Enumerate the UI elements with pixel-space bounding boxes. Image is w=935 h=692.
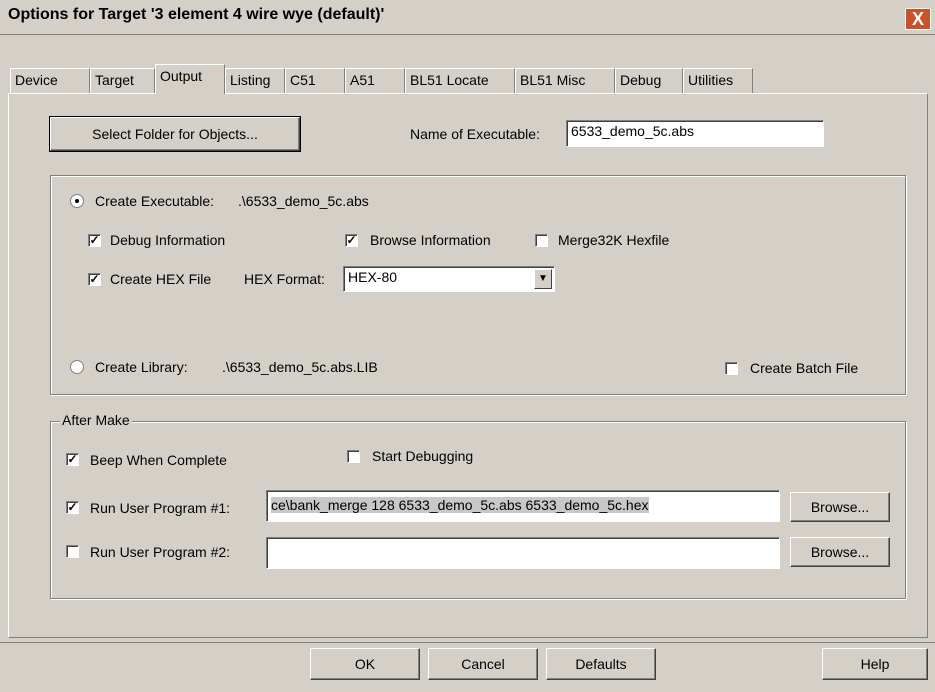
- tab-output[interactable]: Output: [155, 64, 225, 94]
- hex-format-select[interactable]: HEX-80: [343, 266, 555, 292]
- start-debug-checkbox[interactable]: [347, 450, 360, 463]
- create-library-radio[interactable]: [70, 360, 84, 374]
- create-executable-path: .\6533_demo_5c.abs: [238, 193, 369, 209]
- name-executable-label: Name of Executable:: [410, 126, 540, 142]
- tab-listing[interactable]: Listing: [225, 68, 285, 93]
- tab-bl51-misc[interactable]: BL51 Misc: [515, 68, 615, 93]
- debug-info-checkbox[interactable]: ✓: [88, 234, 101, 247]
- tab-bl51-locate[interactable]: BL51 Locate: [405, 68, 515, 93]
- select-folder-button[interactable]: Select Folder for Objects...: [49, 116, 301, 152]
- create-executable-label: Create Executable:: [95, 193, 215, 209]
- run-program-2-checkbox[interactable]: [66, 545, 79, 558]
- tab-a51[interactable]: A51: [345, 68, 405, 93]
- chevron-down-icon[interactable]: ▼: [534, 269, 552, 289]
- hex-format-label: HEX Format:: [244, 271, 325, 287]
- browse-info-label: Browse Information: [370, 232, 491, 248]
- create-batch-label: Create Batch File: [750, 360, 859, 376]
- browse-info-checkbox[interactable]: ✓: [345, 234, 358, 247]
- tab-utilities[interactable]: Utilities: [683, 68, 753, 93]
- tab-device[interactable]: Device: [10, 68, 90, 93]
- cancel-button[interactable]: Cancel: [428, 648, 538, 680]
- debug-info-label: Debug Information: [110, 232, 226, 248]
- run-program-1-input[interactable]: ce\bank_merge 128 6533_demo_5c.abs 6533_…: [266, 490, 780, 522]
- create-executable-radio[interactable]: [70, 194, 84, 208]
- browse-program-1-button[interactable]: Browse...: [790, 492, 890, 522]
- tab-target[interactable]: Target: [90, 68, 155, 93]
- browse-program-2-button[interactable]: Browse...: [790, 537, 890, 567]
- tab-debug[interactable]: Debug: [615, 68, 683, 93]
- title-divider: [0, 34, 935, 35]
- run-program-2-label: Run User Program #2:: [90, 544, 231, 560]
- close-button[interactable]: X: [905, 8, 931, 30]
- run-program-1-label: Run User Program #1:: [90, 500, 231, 516]
- defaults-button[interactable]: Defaults: [546, 648, 656, 680]
- footer-divider: [0, 642, 935, 643]
- window-title: Options for Target '3 element 4 wire wye…: [8, 6, 385, 23]
- run-program-2-input[interactable]: [266, 537, 780, 569]
- beep-checkbox[interactable]: ✓: [66, 453, 79, 466]
- radio-dot: [75, 199, 79, 203]
- beep-label: Beep When Complete: [90, 452, 227, 468]
- start-debug-label: Start Debugging: [372, 448, 474, 464]
- merge32k-label: Merge32K Hexfile: [558, 232, 670, 248]
- help-button[interactable]: Help: [822, 648, 928, 680]
- create-batch-checkbox[interactable]: [725, 362, 738, 375]
- create-hex-checkbox[interactable]: ✓: [88, 273, 101, 286]
- ok-button[interactable]: OK: [310, 648, 420, 680]
- merge32k-checkbox[interactable]: [535, 234, 548, 247]
- name-executable-input[interactable]: 6533_demo_5c.abs: [566, 120, 824, 147]
- run-program-1-checkbox[interactable]: ✓: [66, 501, 79, 514]
- tab-c51[interactable]: C51: [285, 68, 345, 93]
- create-hex-label: Create HEX File: [110, 271, 212, 287]
- after-make-label: After Make: [60, 412, 132, 428]
- title-bar: Options for Target '3 element 4 wire wye…: [0, 0, 935, 34]
- create-library-label: Create Library:: [95, 359, 188, 375]
- create-library-path: .\6533_demo_5c.abs.LIB: [222, 359, 378, 375]
